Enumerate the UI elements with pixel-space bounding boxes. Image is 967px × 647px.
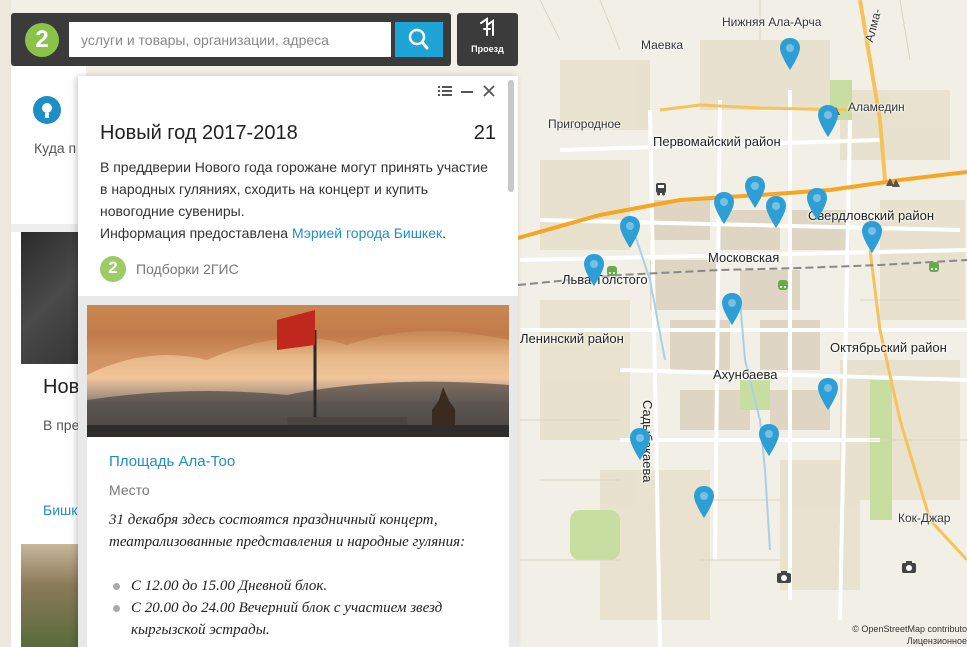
search-icon [408,28,429,50]
map-pin-icon[interactable] [722,293,742,325]
schedule-entry: С 20.00 до 24.00 Вечерний блок с участие… [109,597,494,641]
map-label-oktyabrsky: Октябрьский район [830,340,947,355]
bus-icon [655,182,667,199]
tree-icon [886,178,900,193]
divider [11,224,86,232]
card-description: В преддверии Нового года горожане могут … [100,156,490,244]
attribution-line-2[interactable]: Лицензионное [852,635,967,647]
collection-title[interactable]: Нов [43,376,79,399]
map-label-akhunbaeva: Ахунбаева [713,367,778,382]
route-button[interactable]: Проезд [457,13,518,66]
card-info-link[interactable]: Мэрией города Бишкек [292,225,442,241]
map-label-nizhnyaya: Нижняя Ала-Арча [722,15,822,29]
camera-icon [902,561,916,576]
item-description: 31 декабря здесь состоятся праздничный к… [109,512,466,550]
route-icon [480,17,494,36]
map-pin-icon[interactable] [694,486,714,518]
item-title-link[interactable]: Площадь Ала-Тоо [109,453,235,470]
map-pin-icon[interactable] [780,38,800,70]
route-label: Проезд [471,44,504,54]
card-count: 21 [473,122,496,144]
back-panel: Куда п показа компа Нов В пре участ купи… [11,66,86,647]
collection-card: Новый год 2017-2018 21 В преддверии Ново… [78,76,518,647]
search-button[interactable] [395,22,443,57]
train-icon [606,265,618,282]
search-input[interactable] [69,22,391,57]
map-pin-icon[interactable] [714,192,734,224]
card-toolbar [438,84,496,98]
collection-photo-2[interactable] [21,544,86,647]
map-pin-icon[interactable] [620,216,640,248]
item-photo-image [87,305,509,437]
map-label-kok-jar: Кок-Джар [898,511,951,525]
map-label-prigorodnoe: Пригородное [548,117,621,131]
map-pin-icon[interactable] [630,428,650,460]
map-pin-icon[interactable] [862,221,882,253]
card-info-suffix: . [442,225,447,241]
schedule-entry: С 12.00 до 15.00 Дневной блок. [109,575,494,597]
map-pin-icon[interactable] [584,254,604,286]
map-label-leninsky: Ленинский район [520,331,624,346]
item-photo[interactable] [87,305,509,437]
lightbulb-icon [33,96,61,124]
card-info-prefix: Информация предоставлена [100,225,289,241]
map-pin-icon[interactable] [818,105,838,137]
train-icon [777,279,789,296]
source-logo-icon: 2 [100,256,126,282]
list-icon[interactable] [438,84,452,98]
map-pin-icon[interactable] [818,378,838,410]
map-label-pervomaysky: Первомайский район [653,134,781,149]
map-pin-icon[interactable] [766,196,786,228]
search-bar: 2 [11,13,451,66]
scrollbar[interactable] [508,80,514,192]
map-label-moskovskaya: Московская [708,250,780,265]
list-item[interactable]: Площадь Ала-Тоо Место 31 декабря здесь с… [87,305,509,647]
map-pin-icon[interactable] [745,176,765,208]
map-pin-icon[interactable] [807,188,827,220]
item-type: Место [109,482,150,498]
attribution-line-1[interactable]: © OpenStreetMap contributo [852,623,967,635]
source-label: Подборки 2ГИС [136,261,239,277]
card-title: Новый год 2017-2018 [100,122,298,144]
map-pin-icon[interactable] [759,424,779,456]
map-label-lva-tolstogo: Льва Толстого [562,272,648,287]
train-icon [928,261,940,278]
item-schedule: С 12.00 до 15.00 Дневной блок. С 20.00 д… [109,575,494,641]
map-attribution[interactable]: © OpenStreetMap contributo Лицензионное [852,623,967,647]
logo-2gis[interactable]: 2 [25,23,59,57]
collection-photo[interactable] [21,232,86,364]
close-icon[interactable] [482,84,496,98]
card-description-text: В преддверии Нового года горожане могут … [100,159,488,219]
map-label-maevka: Маевка [641,38,684,52]
map-label-alamedin: Аламедин [848,100,905,114]
camera-icon [777,571,791,586]
card-source[interactable]: 2 Подборки 2ГИС [100,256,239,282]
minimize-icon[interactable] [460,84,474,98]
